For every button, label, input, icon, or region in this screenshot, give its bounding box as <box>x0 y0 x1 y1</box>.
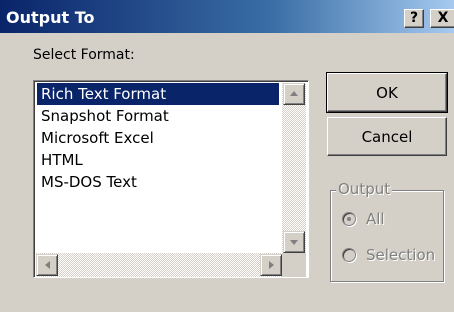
horizontal-scrollbar[interactable] <box>36 253 282 277</box>
scroll-up-button[interactable] <box>283 83 305 105</box>
scroll-right-arrow-icon <box>269 261 274 269</box>
ok-button[interactable]: OK <box>326 72 448 113</box>
scroll-left-arrow-icon <box>45 261 50 269</box>
format-list: Rich Text Format Snapshot Format Microsoft… <box>37 83 279 193</box>
format-list-item[interactable]: MS-DOS Text <box>37 171 279 193</box>
radio-selection-label: Selection <box>366 246 436 264</box>
vertical-scrollbar[interactable] <box>282 83 306 253</box>
cancel-button[interactable]: Cancel <box>327 117 447 156</box>
scrollbar-corner <box>282 253 306 277</box>
radio-all-label: All <box>366 210 385 228</box>
title-bar[interactable]: Output To ? X <box>0 0 454 33</box>
format-list-item[interactable]: Microsoft Excel <box>37 127 279 149</box>
format-list-item[interactable]: HTML <box>37 149 279 171</box>
scroll-up-arrow-icon <box>290 91 298 96</box>
output-to-dialog: Output To ? X Select Format: Rich Text F… <box>0 0 454 312</box>
close-icon: X <box>437 10 449 26</box>
dialog-title: Output To <box>6 8 95 27</box>
close-button[interactable]: X <box>430 9 454 28</box>
scroll-down-button[interactable] <box>283 231 305 253</box>
radio-selected-dot <box>347 217 351 221</box>
radio-selection-button[interactable] <box>342 248 356 262</box>
scroll-down-arrow-icon <box>290 240 298 245</box>
output-groupbox <box>330 190 444 282</box>
question-mark-icon: ? <box>409 10 419 26</box>
help-button[interactable]: ? <box>404 9 424 28</box>
output-group-label: Output <box>336 180 393 198</box>
scroll-left-button[interactable] <box>36 254 58 276</box>
format-list-item[interactable]: Snapshot Format <box>37 105 279 127</box>
format-list-item[interactable]: Rich Text Format <box>37 83 279 105</box>
scroll-right-button[interactable] <box>260 254 282 276</box>
radio-all-button[interactable] <box>342 212 356 226</box>
format-listbox[interactable]: Rich Text Format Snapshot Format Microsoft… <box>33 80 309 278</box>
select-format-label: Select Format: <box>33 47 135 63</box>
